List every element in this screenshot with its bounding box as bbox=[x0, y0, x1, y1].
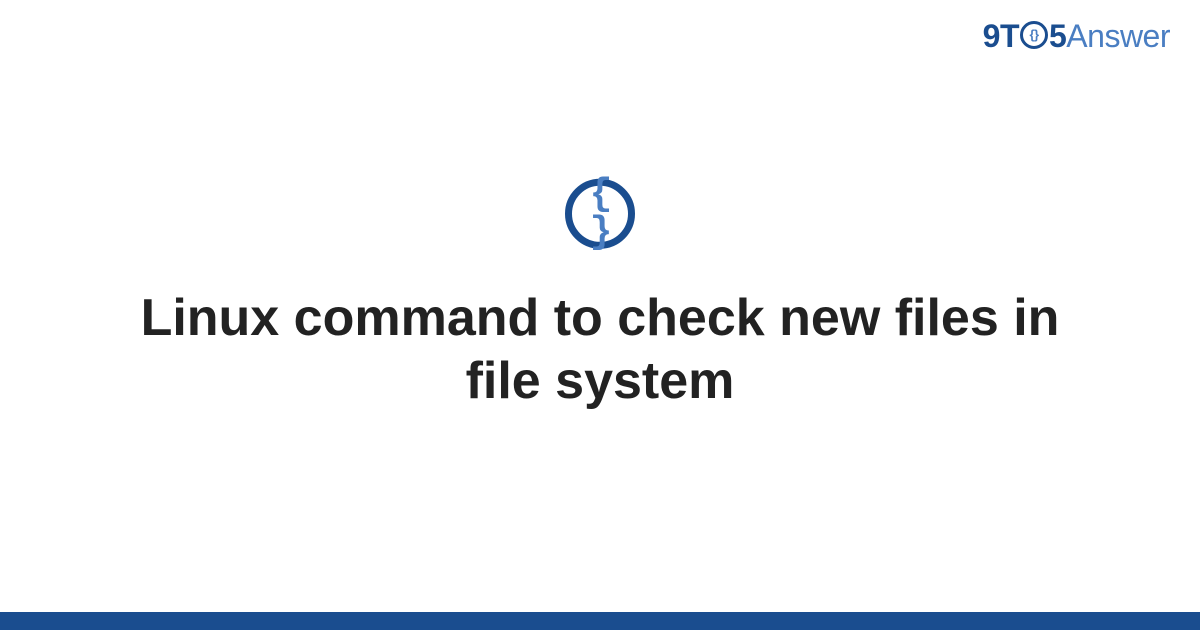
logo-text-9t: 9T bbox=[983, 18, 1019, 55]
main-content: { } Linux command to check new files in … bbox=[0, 179, 1200, 414]
logo-braces-small: {} bbox=[1029, 28, 1038, 41]
footer-bar bbox=[0, 612, 1200, 630]
logo-text-5: 5 bbox=[1049, 18, 1066, 55]
logo-circle-icon: {} bbox=[1020, 21, 1048, 49]
site-logo: 9T {} 5 Answer bbox=[983, 18, 1170, 55]
page-title: Linux command to check new files in file… bbox=[100, 287, 1100, 414]
code-braces-icon: { } bbox=[565, 179, 635, 249]
braces-glyph: { } bbox=[572, 176, 628, 252]
logo-text-answer: Answer bbox=[1066, 18, 1170, 55]
